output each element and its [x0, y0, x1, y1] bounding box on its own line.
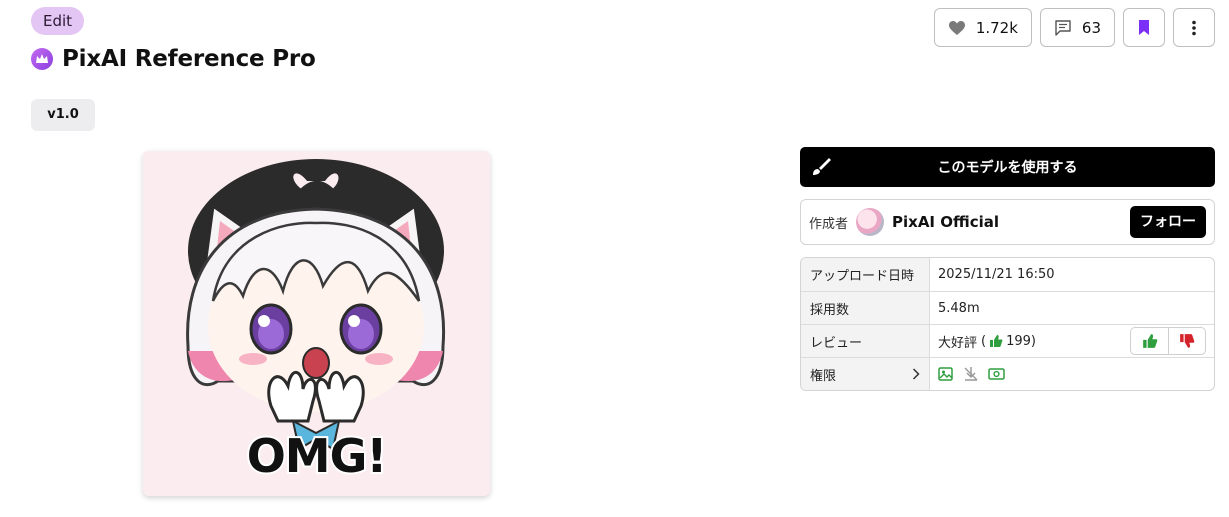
thumbs-down-button[interactable]	[1168, 328, 1205, 354]
chevron-right-icon	[912, 368, 920, 380]
author-name[interactable]: PixAI Official	[892, 213, 999, 231]
author-box: 作成者 PixAI Official フォロー	[800, 199, 1215, 245]
use-model-button[interactable]: このモデルを使用する	[800, 147, 1215, 187]
usage-count-value: 5.48m	[938, 300, 980, 316]
comment-count: 63	[1081, 18, 1101, 37]
version-tab[interactable]: v1.0	[31, 99, 95, 131]
review-count: 199	[1006, 333, 1031, 349]
comment-icon	[1055, 19, 1071, 36]
page-title: PixAI Reference Pro	[62, 46, 316, 72]
preview-caption: OMG!	[245, 427, 390, 485]
thumbs-up-icon	[990, 335, 1003, 347]
like-count: 1.72k	[975, 18, 1018, 37]
permissions-label[interactable]: 権限	[801, 358, 930, 390]
title-row: PixAI Reference Pro	[31, 46, 316, 72]
more-vertical-icon	[1192, 20, 1196, 35]
follow-button[interactable]: フォロー	[1130, 206, 1206, 238]
thumbs-down-icon	[1180, 334, 1195, 348]
table-row: 権限	[801, 357, 1214, 390]
image-generation-allowed-icon	[938, 367, 953, 381]
avatar[interactable]	[856, 208, 885, 236]
brush-icon	[813, 158, 831, 175]
comment-button[interactable]: 63	[1039, 8, 1115, 47]
bookmark-button[interactable]	[1123, 8, 1165, 47]
bookmark-icon	[1139, 20, 1149, 35]
use-model-label: このモデルを使用する	[937, 160, 1078, 176]
model-info-table: アップロード日時 2025/11/21 16:50 採用数 5.48m レビュー…	[800, 257, 1215, 391]
review-paren-open: (	[981, 333, 987, 349]
permission-icons	[938, 366, 1005, 382]
vote-group	[1130, 327, 1206, 355]
review-label: レビュー	[801, 325, 930, 357]
model-preview-image[interactable]: OMG!	[143, 151, 490, 496]
usage-count-label: 採用数	[801, 292, 930, 324]
edit-button[interactable]: Edit	[31, 7, 85, 35]
top-actions: 1.72k 63	[933, 8, 1215, 47]
upload-date-value: 2025/11/21 16:50	[938, 267, 1055, 282]
download-disabled-icon	[964, 367, 978, 381]
table-row: 採用数 5.48m	[801, 291, 1214, 324]
review-value: 大好評 ( 199 )	[930, 325, 1214, 357]
thumbs-up-icon	[1142, 334, 1157, 348]
commercial-use-allowed-icon	[988, 368, 1005, 380]
upload-date-label: アップロード日時	[801, 258, 930, 291]
author-caption: 作成者	[809, 216, 849, 232]
heart-icon	[948, 20, 965, 35]
thumbs-up-button[interactable]	[1131, 328, 1168, 354]
review-paren-close: )	[1030, 333, 1036, 349]
like-button[interactable]: 1.72k	[933, 8, 1032, 47]
crown-icon	[31, 48, 53, 70]
permissions-value	[930, 358, 1214, 390]
review-text: 大好評	[938, 335, 978, 351]
more-options-button[interactable]	[1173, 8, 1215, 47]
table-row: アップロード日時 2025/11/21 16:50	[801, 258, 1214, 291]
table-row: レビュー 大好評 ( 199 )	[801, 324, 1214, 357]
permissions-label-text: 権限	[810, 368, 837, 384]
